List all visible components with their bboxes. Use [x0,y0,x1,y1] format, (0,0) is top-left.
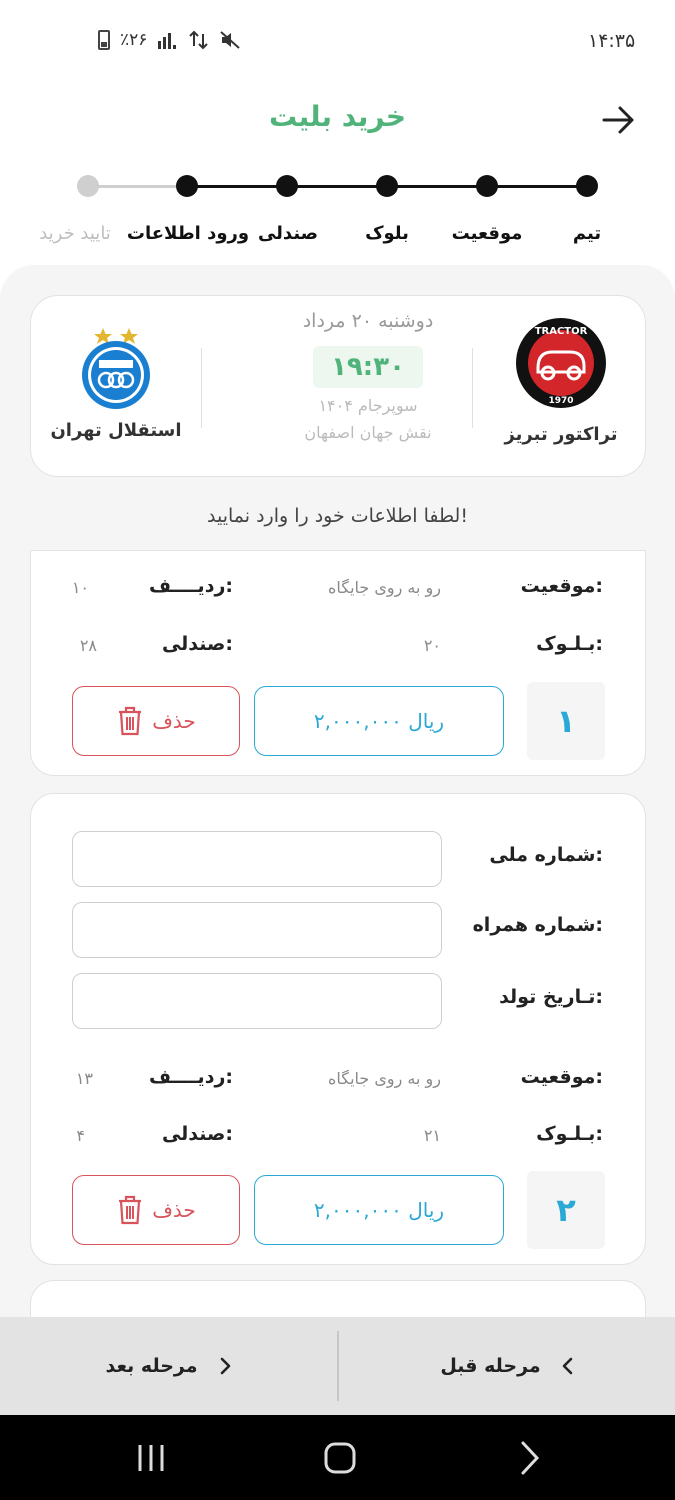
seat-label: صندلی: [161,633,233,655]
progress-stepper: تیم موقعیت بلوک صندلی ورود اطلاعات تایید… [39,165,640,255]
position-value: رو به روی جایگاه [327,578,441,597]
header: خرید بلیت [0,90,675,150]
birth-date-input[interactable] [72,973,442,1029]
seat-label: صندلی: [161,1123,233,1145]
price-value: ۲,۰۰۰,۰۰۰ ریال [313,709,445,733]
svg-text:1970: 1970 [548,396,573,406]
birth-date-label: تـاریخ تولد: [499,986,603,1008]
signal-icon [158,33,177,49]
step-dot-info [176,175,198,197]
home-icon[interactable] [315,1435,365,1481]
row-label: ردیــــف: [148,1066,233,1088]
ticket-card-1: موقعیت: رو به روی جایگاه ردیــــف: ۱۰ بـ… [30,550,646,776]
step-dot-seat [276,175,298,197]
svg-text:TRACTOR: TRACTOR [535,326,588,337]
page-title: خرید بلیت [268,100,407,133]
block-value: ۲۰ [423,636,441,655]
next-step-label: مرحله بعد [105,1355,198,1377]
chevron-right-icon [220,1357,230,1375]
delete-button[interactable]: حذف [72,686,240,756]
away-team-name: استقلال تهران [50,420,182,441]
step-label-confirm: تایید خرید [39,223,111,244]
block-label: بـلـوک: [536,1123,603,1145]
national-id-label: شماره ملی: [489,844,603,866]
back-nav-icon[interactable] [505,1435,555,1481]
trash-icon [119,706,142,736]
stepper-line-pending [88,185,188,188]
row-label: ردیــــف: [148,575,233,597]
status-bar: ٪۲۶ ۱۴:۳۵ [0,0,675,80]
step-label-position[interactable]: موقعیت [452,223,523,244]
tractor-logo: TRACTOR 1970 [516,318,606,408]
recent-apps-icon[interactable] [126,1435,176,1481]
chevron-left-icon [562,1357,572,1375]
block-label: بـلـوک: [536,633,603,655]
home-team: TRACTOR 1970 تراکتور تبریز [476,316,646,445]
status-icons: ٪۲۶ [98,30,241,50]
row-value: ۱۰ [71,578,89,597]
prev-step-button[interactable]: مرحله قبل [339,1317,675,1415]
back-arrow-icon[interactable] [598,100,638,140]
step-dot-team [576,175,598,197]
match-time: ۱۹:۳۰ [313,346,423,388]
esteghlal-logo [82,328,150,409]
away-team: استقلال تهران [31,316,201,441]
price-box: ۲,۰۰۰,۰۰۰ ریال [254,1175,504,1245]
step-label-seat[interactable]: صندلی [258,223,318,244]
trash-icon [119,1195,142,1225]
instruction-text: لطفا اطلاعات خود را وارد نمایید! [207,505,468,527]
ticket-number: ۱ [527,682,605,760]
match-date: دوشنبه ۲۰ مرداد [302,310,434,332]
ticket-number: ۲ [527,1171,605,1249]
step-label-block[interactable]: بلوک [365,223,409,244]
position-value: رو به روی جایگاه [327,1069,441,1088]
national-id-input[interactable] [72,831,442,887]
next-step-button[interactable]: مرحله بعد [0,1317,337,1415]
position-label: موقعیت: [520,575,603,597]
team-divider-left [201,348,202,428]
content-area[interactable]: TRACTOR 1970 تراکتور تبریز دوشنبه ۲۰ مرد… [0,265,675,1317]
battery-level: ٪۲۶ [120,30,148,50]
price-value: ۲,۰۰۰,۰۰۰ ریال [313,1198,445,1222]
step-label-team[interactable]: تیم [573,223,601,244]
mobile-label: شماره همراه: [472,914,603,936]
match-league: سوپرجام ۱۴۰۴ [318,396,418,415]
home-team-name: تراکتور تبریز [504,424,618,445]
block-value: ۲۱ [423,1126,441,1145]
prev-step-label: مرحله قبل [440,1355,541,1377]
status-time: ۱۴:۳۵ [588,30,636,52]
step-label-info[interactable]: ورود اطلاعات [127,223,249,244]
delete-label: حذف [152,709,196,733]
data-transfer-icon [189,30,209,50]
system-nav-bar [0,1415,675,1500]
match-stadium: نقش جهان اصفهان [304,423,432,442]
step-dot-confirm [77,175,99,197]
step-dot-block [376,175,398,197]
match-card: TRACTOR 1970 تراکتور تبریز دوشنبه ۲۰ مرد… [30,295,646,477]
nav-divider [337,1331,339,1401]
step-dot-position [476,175,498,197]
delete-button[interactable]: حذف [72,1175,240,1245]
match-info: دوشنبه ۲۰ مرداد ۱۹:۳۰ سوپرجام ۱۴۰۴ نقش ج… [245,310,491,442]
row-value: ۱۳ [75,1069,93,1088]
seat-value: ۲۸ [79,636,97,655]
bottom-nav-bar: مرحله قبل مرحله بعد [0,1317,675,1415]
mobile-input[interactable] [72,902,442,958]
position-label: موقعیت: [520,1066,603,1088]
mute-icon [220,31,241,49]
seat-value: ۴ [76,1126,85,1145]
price-box: ۲,۰۰۰,۰۰۰ ریال [254,686,504,756]
ticket-card-3 [30,1280,646,1317]
ticket-card-2: شماره ملی: شماره همراه: تـاریخ تولد: موق… [30,793,646,1265]
battery-icon [98,30,110,50]
delete-label: حذف [152,1198,196,1222]
